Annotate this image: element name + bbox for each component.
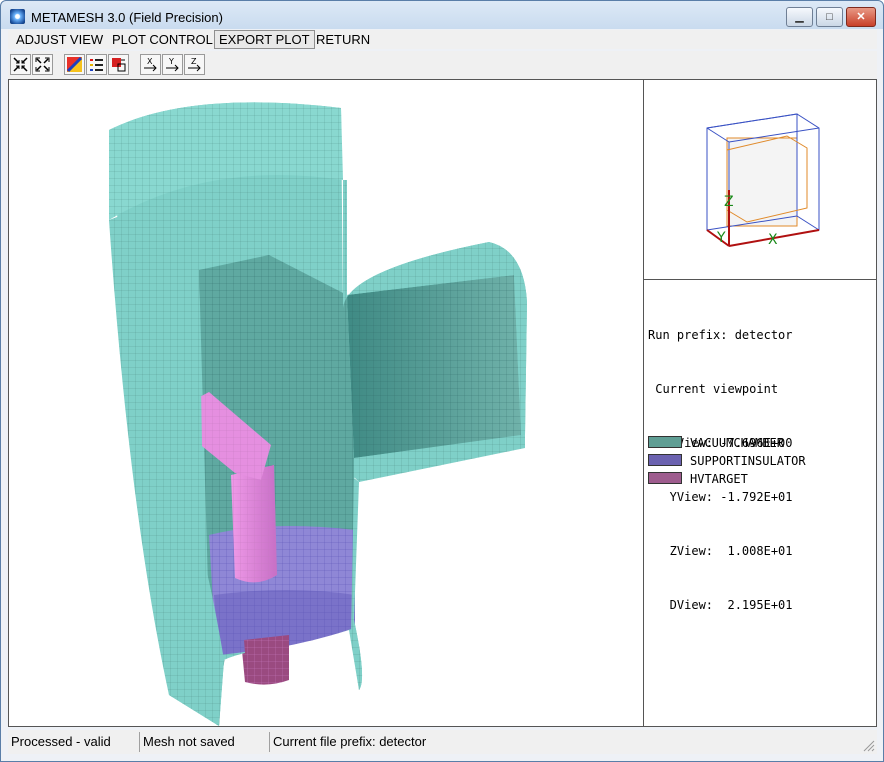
close-button[interactable]: ✕ — [846, 7, 876, 27]
status-file-prefix: Current file prefix: detector — [273, 734, 427, 749]
app-logo-icon — [10, 9, 25, 24]
axis-y-label: Y — [716, 230, 726, 246]
color-plot-icon[interactable] — [64, 54, 85, 75]
menu-plot-control[interactable]: PLOT CONTROL — [108, 31, 217, 48]
orientation-panel: Z Y X — [644, 80, 876, 280]
menu-return[interactable]: RETURN — [312, 31, 374, 48]
status-validity: Processed - valid — [8, 732, 140, 752]
legend-icon[interactable] — [86, 54, 107, 75]
title-bar: METAMESH 3.0 (Field Precision) ▁ □ ✕ — [1, 1, 883, 31]
legend-label: HVTARGET — [690, 472, 748, 486]
resize-grip-icon[interactable] — [861, 738, 875, 752]
info-panel: Run prefix: detector Current viewpoint X… — [644, 280, 876, 726]
menu-adjust-view[interactable]: ADJUST VIEW — [12, 31, 107, 48]
axis-z-label: Z — [724, 194, 734, 210]
legend-label: SUPPORTINSULATOR — [690, 454, 806, 468]
menu-export-plot[interactable]: EXPORT PLOT — [214, 30, 315, 49]
view-x-icon[interactable]: X — [140, 54, 161, 75]
axis-x-label: X — [768, 232, 778, 248]
toolbar: X Y Z — [8, 51, 877, 79]
view-x-label: X — [147, 57, 153, 66]
dview-value: DView: 2.195E+01 — [648, 598, 793, 612]
legend-swatch — [648, 472, 682, 484]
view-y-icon[interactable]: Y — [162, 54, 183, 75]
app-window: METAMESH 3.0 (Field Precision) ▁ □ ✕ ADJ… — [0, 0, 884, 762]
menu-bar: ADJUST VIEW PLOT CONTROL EXPORT PLOT RET… — [8, 30, 877, 49]
orientation-cube: Z Y X — [706, 113, 820, 248]
region-icon[interactable] — [108, 54, 129, 75]
geometry-3d-view — [109, 102, 527, 726]
legend-swatch — [648, 454, 682, 466]
view-y-label: Y — [168, 57, 174, 66]
viewpoint-title: Current viewpoint — [648, 382, 779, 396]
legend-label: VACUUMCHAMBER — [690, 436, 784, 450]
status-bar: Processed - valid Mesh not saved Current… — [8, 730, 877, 754]
run-prefix: Run prefix: detector — [648, 328, 793, 342]
legend-swatch — [648, 436, 682, 448]
view-z-icon[interactable]: Z — [184, 54, 205, 75]
maximize-button[interactable]: □ — [816, 7, 843, 27]
zoom-in-icon[interactable] — [10, 54, 31, 75]
minimize-button[interactable]: ▁ — [786, 7, 813, 27]
main-panel: Z Y X Run prefix: detector Current viewp… — [8, 79, 877, 727]
zview-value: ZView: 1.008E+01 — [648, 544, 793, 558]
render-canvas[interactable] — [9, 80, 644, 726]
yview-value: YView: -1.792E+01 — [648, 490, 793, 504]
zoom-out-icon[interactable] — [32, 54, 53, 75]
status-mesh: Mesh not saved — [140, 732, 270, 752]
view-z-label: Z — [191, 57, 197, 66]
window-title: METAMESH 3.0 (Field Precision) — [31, 10, 223, 25]
